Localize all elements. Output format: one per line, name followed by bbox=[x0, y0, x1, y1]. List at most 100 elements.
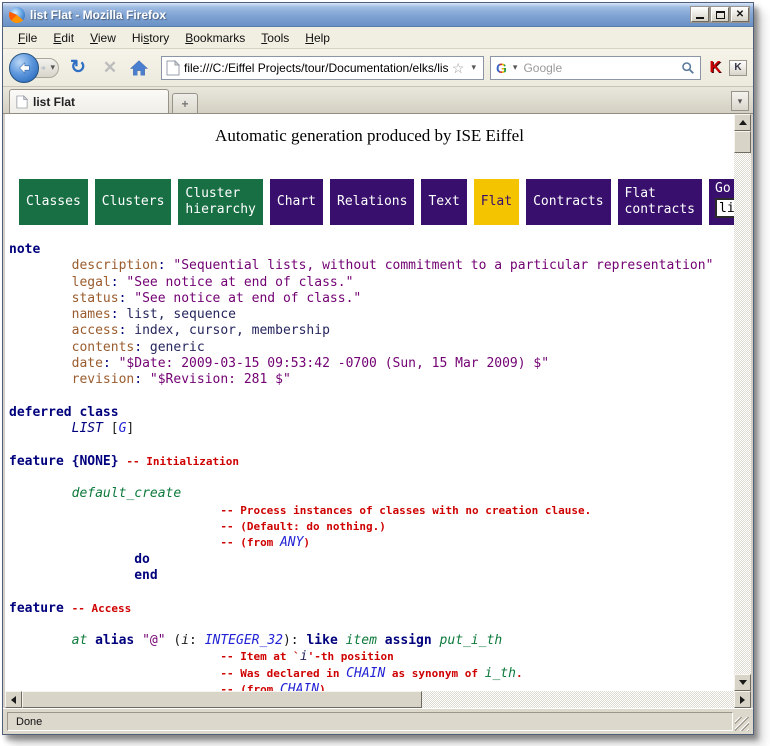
code-line: default_create bbox=[9, 486, 734, 502]
nav-button-text[interactable]: Text bbox=[421, 179, 466, 225]
code-text bbox=[9, 649, 220, 664]
menu-bookmarks[interactable]: Bookmarks bbox=[178, 29, 252, 47]
vertical-scrollbar[interactable] bbox=[734, 114, 751, 691]
page-title: Automatic generation produced by ISE Eif… bbox=[5, 126, 734, 146]
resize-grip[interactable] bbox=[735, 717, 749, 731]
nav-button-relations[interactable]: Relations bbox=[330, 179, 414, 225]
code-text: LIST bbox=[72, 421, 103, 436]
minimize-button[interactable] bbox=[691, 7, 709, 22]
feature-name: put_i_th bbox=[440, 633, 503, 648]
code-text: alias bbox=[95, 633, 134, 648]
code-text: deferred class bbox=[9, 405, 119, 420]
home-button[interactable] bbox=[129, 59, 155, 77]
search-input[interactable] bbox=[523, 61, 678, 75]
code-line: feature {NONE} -- Initialization bbox=[9, 454, 734, 470]
code-line bbox=[9, 584, 734, 600]
scroll-left-button[interactable] bbox=[5, 691, 22, 708]
back-arrow-icon bbox=[17, 61, 31, 75]
back-button[interactable] bbox=[9, 53, 39, 83]
nav-button-classes[interactable]: Classes bbox=[19, 179, 88, 225]
scroll-down-button[interactable] bbox=[734, 674, 751, 691]
feature-name: default_create bbox=[72, 486, 182, 501]
tab-list-flat[interactable]: list Flat bbox=[9, 89, 169, 113]
menu-view[interactable]: View bbox=[83, 29, 123, 47]
code-line: do bbox=[9, 552, 734, 568]
navigation-toolbar: ▾ ↻ ✕ ☆ ▾ G ▾ K K bbox=[3, 49, 753, 87]
code-text: generic bbox=[150, 340, 205, 355]
status-bar: Done bbox=[3, 708, 753, 734]
code-text: : bbox=[134, 340, 150, 355]
url-input[interactable] bbox=[184, 61, 448, 75]
firefox-icon bbox=[9, 7, 25, 23]
code-text: feature {NONE} bbox=[9, 454, 126, 469]
vertical-scroll-thumb[interactable] bbox=[734, 131, 751, 153]
menu-tools[interactable]: Tools bbox=[254, 29, 296, 47]
maximize-button[interactable] bbox=[711, 7, 729, 22]
code-line: contents: generic bbox=[9, 340, 734, 356]
url-dropdown-icon[interactable]: ▾ bbox=[468, 62, 479, 73]
scroll-right-button[interactable] bbox=[734, 691, 751, 708]
goto-input[interactable] bbox=[715, 198, 734, 218]
class-link[interactable]: CHAIN bbox=[346, 666, 385, 681]
kaspersky-addon-icon[interactable]: K bbox=[707, 59, 723, 77]
search-bar[interactable]: G ▾ bbox=[490, 56, 701, 80]
code-line bbox=[9, 438, 734, 454]
nav-button-contracts[interactable]: Contracts bbox=[526, 179, 610, 225]
code-line: names: list, sequence bbox=[9, 307, 734, 323]
search-engine-dropdown-icon[interactable]: ▾ bbox=[510, 62, 521, 73]
code-text bbox=[9, 340, 72, 355]
nav-button-chart[interactable]: Chart bbox=[270, 179, 323, 225]
code-line: LIST [G] bbox=[9, 421, 734, 437]
tab-label: list Flat bbox=[33, 95, 75, 109]
k-addon-button[interactable]: K bbox=[729, 60, 747, 76]
class-link[interactable]: CHAIN bbox=[280, 682, 319, 691]
menu-history[interactable]: History bbox=[125, 29, 176, 47]
reload-button[interactable]: ↻ bbox=[65, 58, 91, 77]
code-text: : bbox=[119, 323, 135, 338]
code-text bbox=[9, 275, 72, 290]
down-arrow-icon bbox=[739, 680, 747, 685]
code-line: -- (from ANY) bbox=[9, 535, 734, 551]
menu-help[interactable]: Help bbox=[298, 29, 337, 47]
bookmark-star-icon[interactable]: ☆ bbox=[452, 61, 465, 75]
class-link[interactable]: INTEGER_32 bbox=[205, 633, 283, 648]
code-text: -- Process instances of classes with no … bbox=[220, 504, 591, 517]
search-icon[interactable] bbox=[681, 61, 695, 75]
vertical-scroll-track[interactable] bbox=[734, 153, 751, 674]
code-text bbox=[9, 535, 220, 550]
code-text: -- (from bbox=[220, 683, 280, 691]
code-text: '-th position bbox=[308, 650, 394, 663]
code-text: : bbox=[103, 356, 119, 371]
new-tab-button[interactable]: + bbox=[172, 93, 198, 113]
stop-button[interactable]: ✕ bbox=[97, 59, 123, 76]
code-text bbox=[9, 503, 220, 518]
horizontal-scroll-track[interactable] bbox=[422, 691, 734, 708]
menu-edit[interactable]: Edit bbox=[46, 29, 81, 47]
horizontal-scrollbar[interactable] bbox=[5, 691, 751, 708]
code-text: access bbox=[72, 323, 119, 338]
nav-button-clusters[interactable]: Clusters bbox=[95, 179, 172, 225]
nav-button-flat-contracts[interactable]: Flat contracts bbox=[618, 179, 702, 225]
class-link[interactable]: ANY bbox=[280, 535, 303, 550]
code-text: feature bbox=[9, 601, 72, 616]
code-text: as synonym of bbox=[385, 667, 484, 680]
horizontal-scroll-thumb[interactable] bbox=[22, 691, 422, 708]
up-arrow-icon bbox=[739, 120, 747, 125]
tab-list-dropdown-button[interactable]: ▾ bbox=[731, 91, 749, 111]
close-button[interactable]: ✕ bbox=[731, 7, 749, 22]
menu-file[interactable]: File bbox=[11, 29, 44, 47]
nav-button-flat[interactable]: Flat bbox=[474, 179, 519, 225]
code-text bbox=[9, 552, 134, 567]
code-line: revision: "$Revision: 281 $" bbox=[9, 372, 734, 388]
location-bar[interactable]: ☆ ▾ bbox=[161, 56, 484, 80]
code-line: -- Item at `i'-th position bbox=[9, 649, 734, 665]
status-text: Done bbox=[7, 712, 733, 731]
code-text bbox=[134, 633, 142, 648]
goto-label: Go to: bbox=[715, 181, 734, 197]
scroll-up-button[interactable] bbox=[734, 114, 751, 131]
nav-button-cluster-hierarchy[interactable]: Cluster hierarchy bbox=[178, 179, 262, 225]
code-text: ( bbox=[166, 633, 182, 648]
history-dropdown-icon[interactable]: ▾ bbox=[47, 62, 58, 73]
menu-bar: FileEditViewHistoryBookmarksToolsHelp bbox=[3, 27, 753, 49]
code-text: "Sequential lists, without commitment to… bbox=[173, 258, 713, 273]
